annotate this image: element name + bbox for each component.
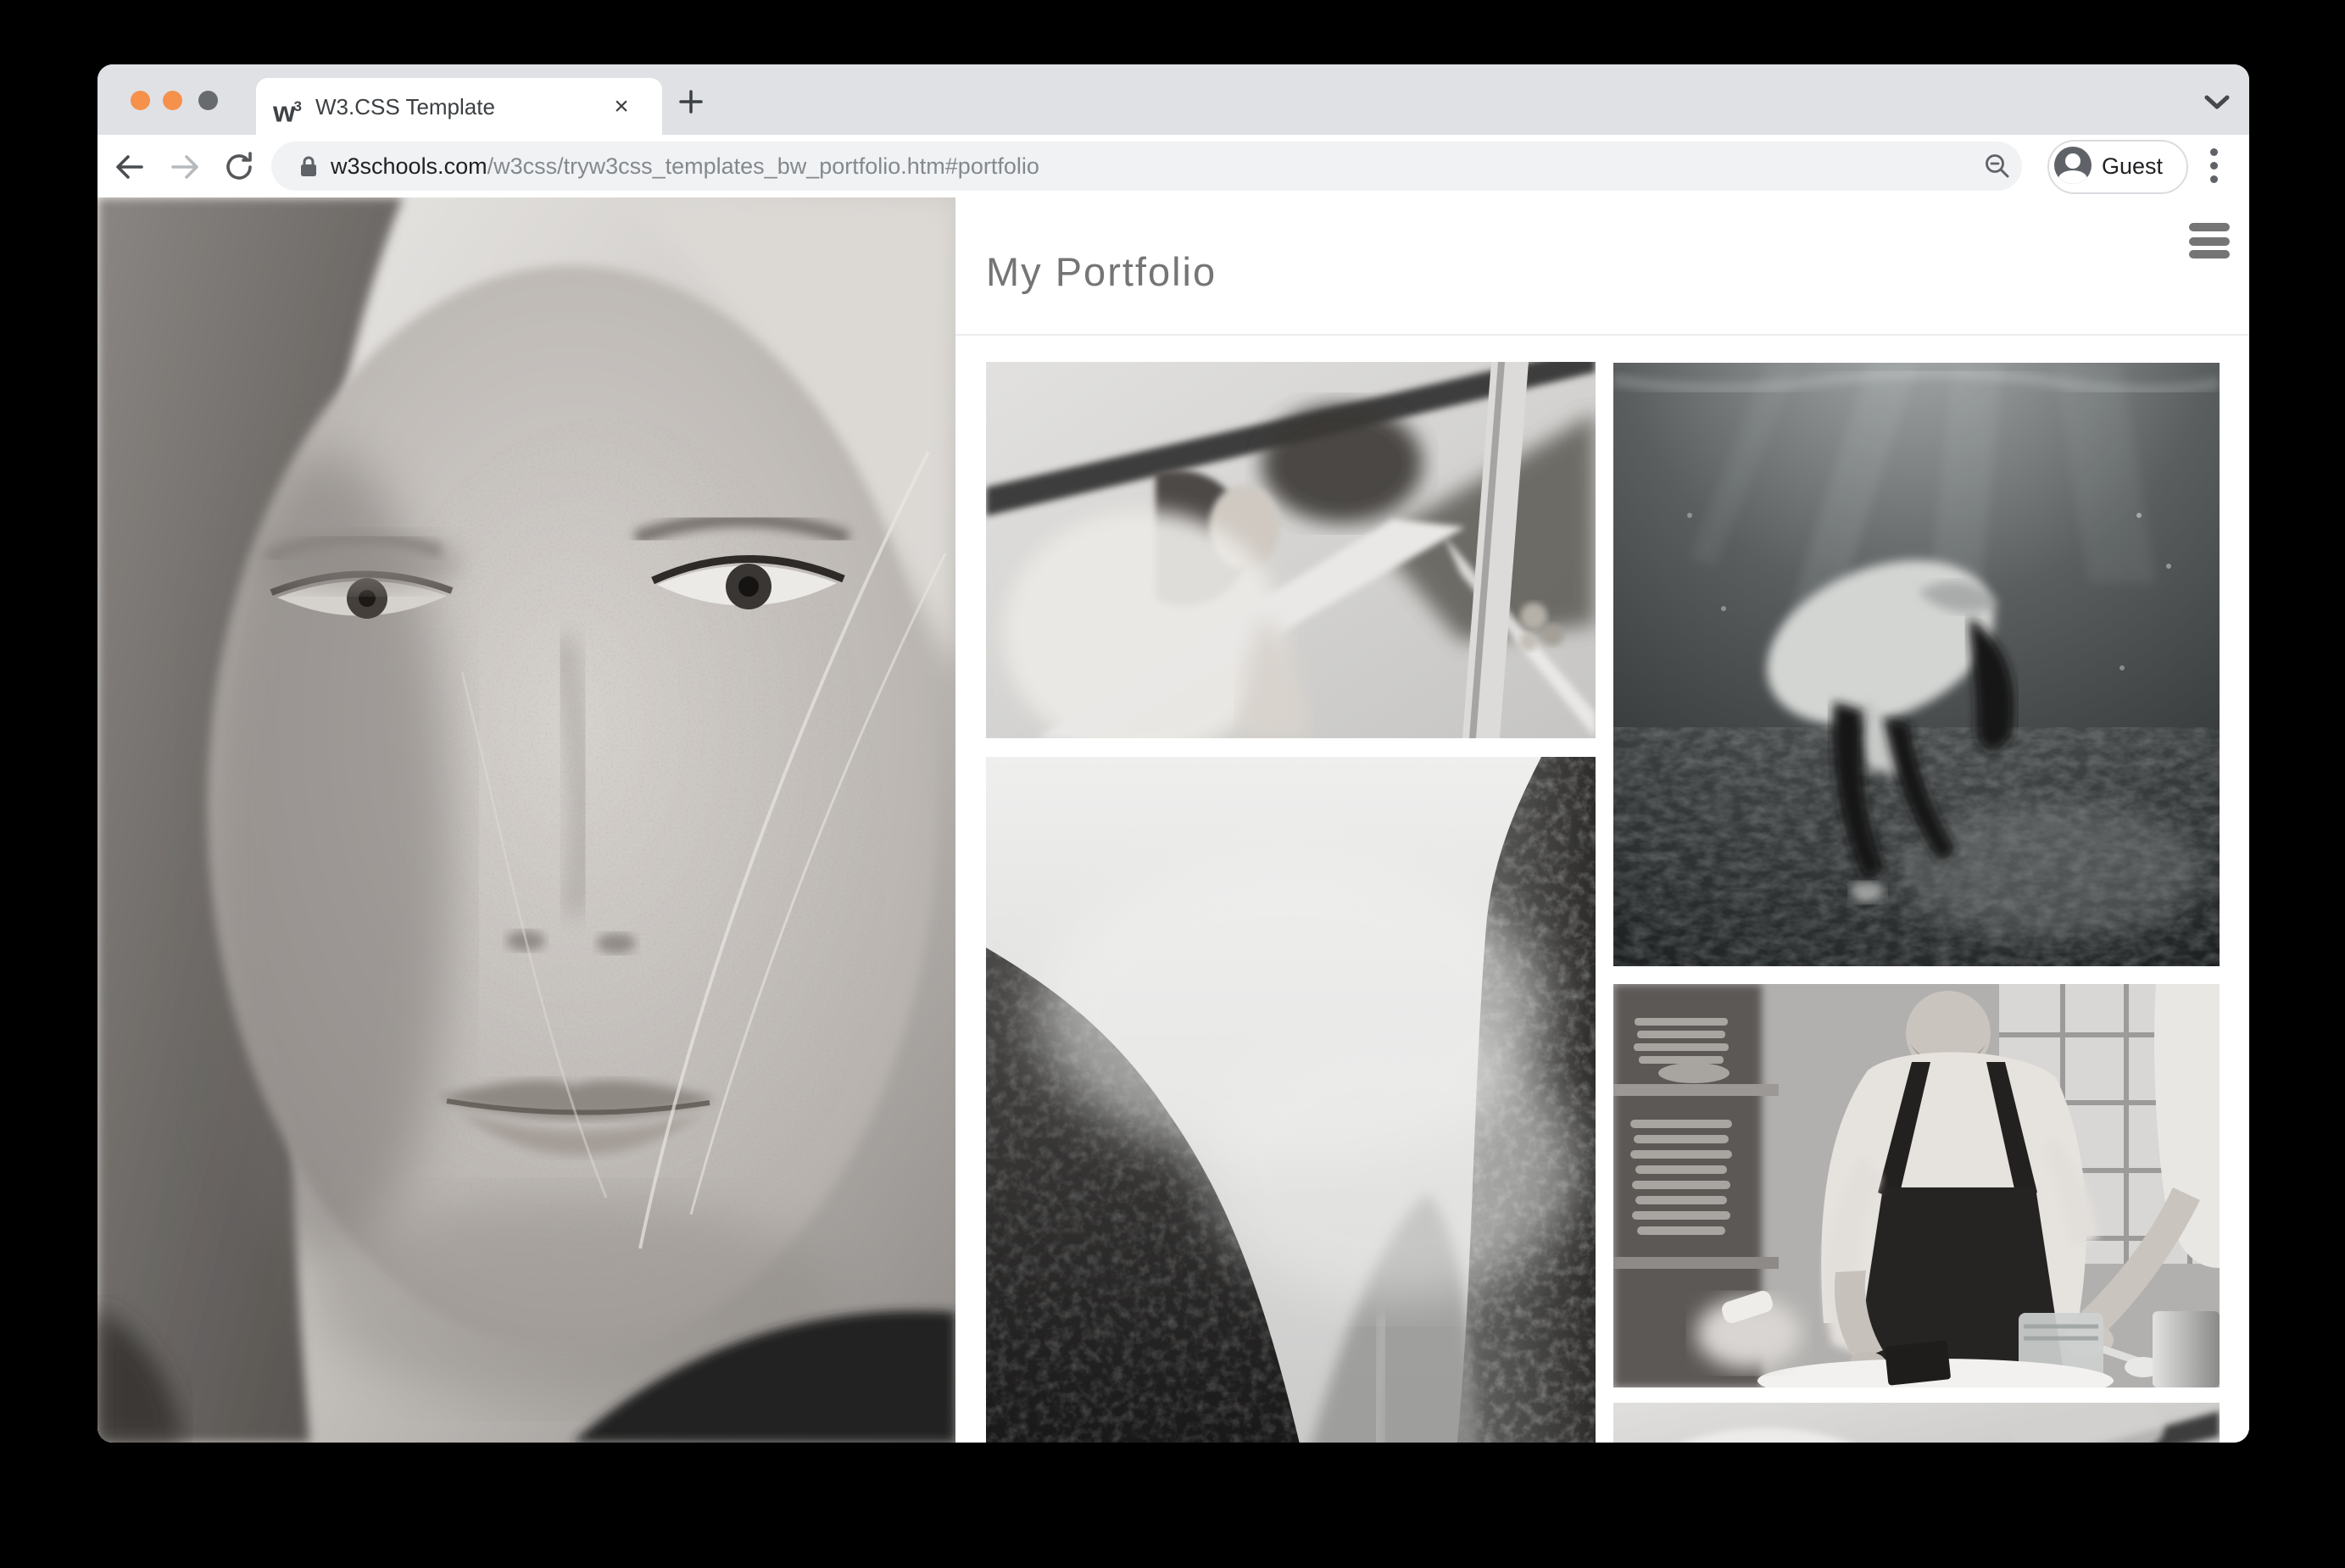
photo-foggy-canyon [986, 757, 1596, 1443]
url-path: /w3css/tryw3css_templates_bw_portfolio.h… [487, 153, 1039, 179]
url-domain: w3schools.com [331, 153, 487, 179]
header-divider [955, 334, 2249, 336]
url-text: w3schools.com/w3css/tryw3css_templates_b… [331, 142, 1039, 191]
photo-hero-portrait [97, 197, 955, 1443]
back-arrow-icon [113, 150, 147, 184]
photo-chef [1613, 984, 2220, 1387]
zoom-out-icon[interactable] [1984, 153, 2011, 180]
address-bar[interactable]: w3schools.com/w3css/tryw3css_templates_b… [271, 142, 2022, 191]
photo-wedding-car [986, 362, 1596, 738]
new-tab-button[interactable] [677, 88, 705, 115]
reload-button[interactable] [222, 150, 256, 184]
back-button[interactable] [113, 150, 147, 184]
photo-underwater [1613, 363, 2220, 966]
tab-strip: w3 W3.CSS Template × [97, 64, 2249, 135]
forward-button[interactable] [168, 150, 202, 184]
tab-close-icon[interactable]: × [608, 94, 635, 121]
browser-menu-button[interactable] [2202, 145, 2225, 187]
tab-title: W3.CSS Template [315, 78, 495, 136]
chevron-down-icon[interactable] [2203, 95, 2231, 110]
browser-window: w3 W3.CSS Template × [97, 64, 2249, 1443]
photo-next-partial [1613, 1403, 2220, 1443]
window-close-button[interactable] [131, 91, 150, 110]
w3css-favicon: w3 [273, 90, 310, 124]
page-viewport: My Portfolio [97, 197, 2249, 1443]
tab-w3css-template[interactable]: w3 W3.CSS Template × [256, 78, 662, 136]
plus-icon [677, 88, 705, 115]
window-maximize-button[interactable] [198, 91, 218, 110]
reload-icon [222, 150, 256, 184]
guest-profile-button[interactable]: Guest [2047, 140, 2188, 194]
browser-toolbar: w3schools.com/w3css/tryw3css_templates_b… [97, 135, 2249, 198]
avatar-icon [2054, 147, 2092, 184]
guest-label: Guest [2102, 142, 2163, 192]
screenshot-stage: w3 W3.CSS Template × [0, 0, 2345, 1568]
menu-hamburger-icon[interactable] [2189, 223, 2230, 259]
window-minimize-button[interactable] [163, 91, 182, 110]
page-title: My Portfolio [986, 248, 1217, 295]
lock-icon[interactable] [297, 154, 320, 178]
forward-arrow-icon [168, 150, 202, 184]
